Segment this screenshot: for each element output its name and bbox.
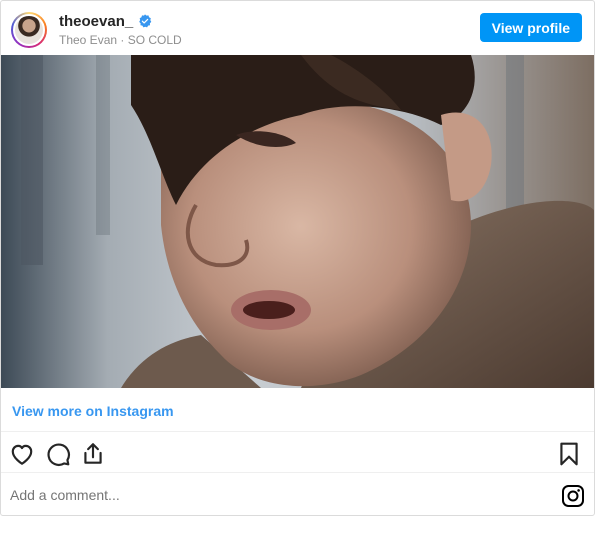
comment-icon[interactable] bbox=[45, 441, 71, 467]
view-profile-button[interactable]: View profile bbox=[479, 13, 582, 42]
user-info: theoevan_ Theo Evan · SO COLD bbox=[59, 12, 182, 48]
video-still-image bbox=[21, 55, 594, 388]
username[interactable]: theoevan_ bbox=[59, 13, 133, 30]
username-row: theoevan_ bbox=[59, 12, 182, 30]
post-header: theoevan_ Theo Evan · SO COLD View profi… bbox=[1, 1, 594, 55]
instagram-embed-card: theoevan_ Theo Evan · SO COLD View profi… bbox=[0, 0, 595, 516]
view-more-row: View more on Instagram bbox=[1, 388, 594, 432]
post-subtitle: Theo Evan · SO COLD bbox=[59, 33, 182, 47]
instagram-icon[interactable] bbox=[561, 484, 585, 508]
comment-row bbox=[1, 474, 594, 515]
bookmark-icon[interactable] bbox=[556, 441, 582, 467]
heart-icon[interactable] bbox=[9, 441, 35, 467]
share-icon[interactable] bbox=[80, 441, 106, 467]
verified-badge-icon bbox=[139, 14, 152, 28]
avatar-image bbox=[13, 14, 45, 46]
comment-input[interactable] bbox=[10, 487, 310, 503]
avatar[interactable] bbox=[11, 12, 47, 48]
action-bar bbox=[1, 433, 594, 473]
view-more-link[interactable]: View more on Instagram bbox=[12, 403, 174, 419]
post-media[interactable] bbox=[1, 55, 594, 388]
